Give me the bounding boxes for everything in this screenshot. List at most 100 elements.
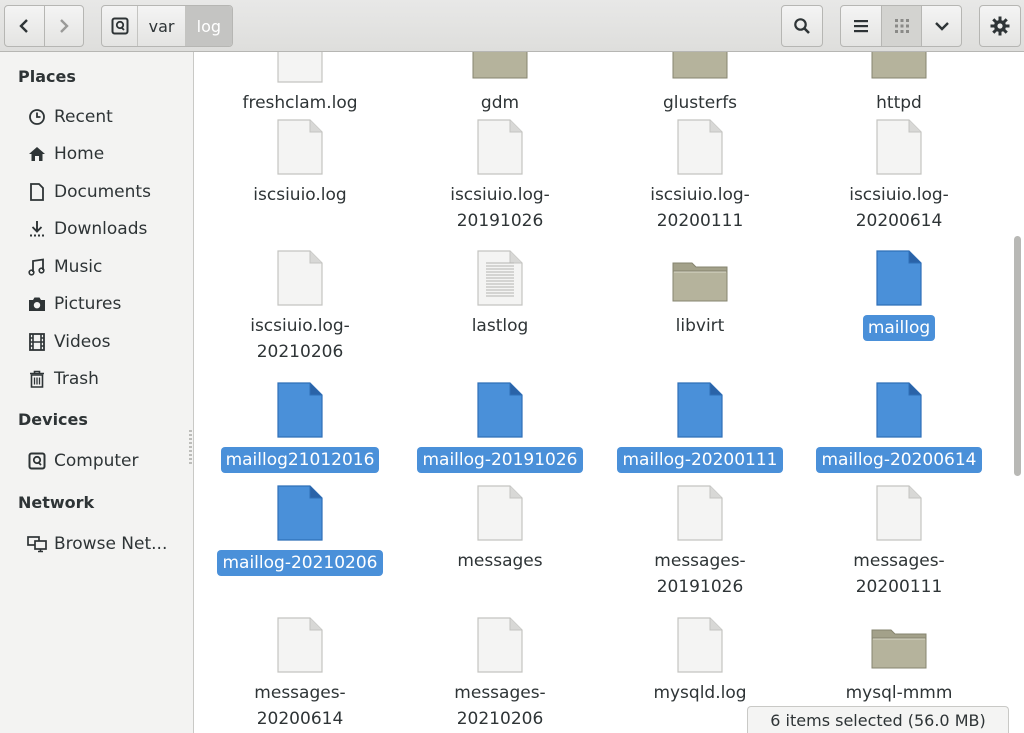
back-button[interactable] bbox=[5, 6, 44, 46]
file-thumbnail bbox=[869, 377, 929, 439]
file-item[interactable]: maillog-20200614 bbox=[799, 377, 999, 473]
drive-icon bbox=[111, 17, 129, 35]
sidebar-item-label: Home bbox=[54, 144, 105, 164]
file-name: iscsiuio.log- 20191026 bbox=[446, 182, 554, 234]
sidebar-item-label: Pictures bbox=[54, 294, 122, 314]
file-item[interactable]: messages bbox=[400, 480, 600, 574]
file-thumbnail bbox=[270, 377, 330, 439]
sidebar-item-music[interactable]: Music bbox=[26, 252, 102, 282]
file-item[interactable]: libvirt bbox=[600, 245, 800, 339]
file-icon bbox=[876, 485, 922, 541]
file-name-line: iscsiuio.log- bbox=[849, 185, 949, 205]
sidebar-item-videos[interactable]: Videos bbox=[26, 327, 111, 357]
search-button[interactable] bbox=[781, 5, 823, 47]
file-item[interactable]: maillog21012016 bbox=[200, 377, 400, 473]
file-item[interactable]: maillog-20191026 bbox=[400, 377, 600, 473]
file-name-line: glusterfs bbox=[662, 93, 738, 113]
drive-icon bbox=[26, 451, 48, 471]
file-icon bbox=[277, 485, 323, 541]
file-item[interactable]: lastlog bbox=[400, 245, 600, 339]
chevron-down-icon bbox=[934, 22, 949, 31]
sidebar-item-home[interactable]: Home bbox=[26, 139, 104, 169]
file-icon bbox=[477, 617, 523, 673]
sidebar-item-downloads[interactable]: Downloads bbox=[26, 214, 147, 244]
file-item[interactable]: iscsiuio.log- 20200111 bbox=[600, 114, 800, 234]
file-grid: freshclam.log gdm glusterfs httpd iscsiuio.l… bbox=[195, 52, 1024, 733]
file-icon bbox=[876, 250, 922, 306]
sidebar-item-computer[interactable]: Computer bbox=[26, 446, 139, 476]
file-item[interactable]: maillog bbox=[799, 245, 999, 341]
file-name-line: freshclam.log bbox=[242, 93, 358, 113]
file-item[interactable]: iscsiuio.log- 20191026 bbox=[400, 114, 600, 234]
view-options-button[interactable] bbox=[921, 6, 961, 46]
file-item[interactable]: mysqld.log bbox=[600, 612, 800, 706]
file-name-line: maillog-20191026 bbox=[422, 450, 578, 470]
root-crumb-button[interactable] bbox=[102, 6, 137, 46]
file-name: lastlog bbox=[468, 313, 533, 339]
path-bar: var log bbox=[101, 5, 233, 47]
document-icon bbox=[26, 182, 48, 202]
file-item[interactable]: mysql-mmm bbox=[799, 612, 999, 706]
file-item[interactable]: messages- 20200111 bbox=[799, 480, 999, 600]
file-thumbnail bbox=[670, 245, 730, 307]
file-name: maillog21012016 bbox=[220, 447, 380, 473]
file-icon bbox=[277, 382, 323, 438]
sidebar-item-recent[interactable]: Recent bbox=[26, 102, 113, 132]
file-thumbnail bbox=[869, 52, 929, 84]
sidebar-item-browse-network[interactable]: Browse Net... bbox=[26, 529, 167, 559]
file-item[interactable]: iscsiuio.log bbox=[200, 114, 400, 208]
file-thumbnail bbox=[869, 114, 929, 176]
file-item[interactable]: messages- 20200614 bbox=[200, 612, 400, 732]
folder-icon bbox=[472, 52, 528, 79]
crumb-var[interactable]: var bbox=[137, 6, 184, 46]
file-item[interactable]: freshclam.log bbox=[200, 52, 400, 116]
file-name: maillog-20200614 bbox=[816, 447, 982, 473]
folder-icon bbox=[672, 52, 728, 79]
file-item[interactable]: glusterfs bbox=[600, 52, 800, 116]
gear-icon bbox=[990, 16, 1010, 36]
file-thumbnail bbox=[670, 480, 730, 542]
file-name: maillog-20191026 bbox=[417, 447, 583, 473]
sidebar-item-label: Recent bbox=[54, 107, 113, 127]
sidebar-item-trash[interactable]: Trash bbox=[26, 364, 99, 394]
file-item[interactable]: iscsiuio.log- 20210206 bbox=[200, 245, 400, 365]
file-thumbnail bbox=[869, 245, 929, 307]
file-name: glusterfs bbox=[659, 90, 741, 116]
file-item[interactable]: iscsiuio.log- 20200614 bbox=[799, 114, 999, 234]
forward-button[interactable] bbox=[43, 6, 83, 46]
list-view-button[interactable] bbox=[841, 6, 881, 46]
file-icon bbox=[477, 485, 523, 541]
file-name-line: maillog-20210206 bbox=[222, 553, 378, 573]
file-item[interactable]: gdm bbox=[400, 52, 600, 116]
file-item[interactable]: maillog-20210206 bbox=[200, 480, 400, 576]
file-name-line: mysql-mmm bbox=[845, 683, 953, 703]
file-item[interactable]: httpd bbox=[799, 52, 999, 116]
file-name-line: 20200614 bbox=[256, 709, 344, 729]
settings-button[interactable] bbox=[979, 5, 1021, 47]
sidebar-item-documents[interactable]: Documents bbox=[26, 177, 151, 207]
file-name: messages- 20191026 bbox=[650, 548, 749, 600]
file-name-line: httpd bbox=[876, 93, 922, 113]
devices-heading: Devices bbox=[18, 410, 88, 429]
file-item[interactable]: messages- 20210206 bbox=[400, 612, 600, 732]
home-icon bbox=[26, 144, 48, 164]
sidebar-resize-handle[interactable] bbox=[189, 430, 192, 464]
sidebar-item-label: Music bbox=[54, 257, 103, 277]
file-name-line: messages- bbox=[454, 683, 546, 703]
crumb-log[interactable]: log bbox=[184, 6, 232, 46]
grid-view-button[interactable] bbox=[881, 6, 921, 46]
header-bar: var log bbox=[0, 0, 1024, 52]
file-name-line: 20210206 bbox=[456, 709, 544, 729]
file-icon bbox=[677, 382, 723, 438]
file-thumbnail bbox=[270, 52, 330, 84]
file-item[interactable]: maillog-20200111 bbox=[600, 377, 800, 473]
file-name: maillog-20210206 bbox=[217, 550, 383, 576]
scrollbar[interactable] bbox=[1014, 236, 1021, 476]
file-icon bbox=[477, 119, 523, 175]
sidebar-item-pictures[interactable]: Pictures bbox=[26, 289, 121, 319]
places-heading: Places bbox=[18, 67, 76, 86]
file-name-line: lastlog bbox=[471, 316, 529, 336]
file-thumbnail bbox=[670, 114, 730, 176]
file-item[interactable]: messages- 20191026 bbox=[600, 480, 800, 600]
sidebar-item-label: Browse Net... bbox=[54, 534, 168, 554]
